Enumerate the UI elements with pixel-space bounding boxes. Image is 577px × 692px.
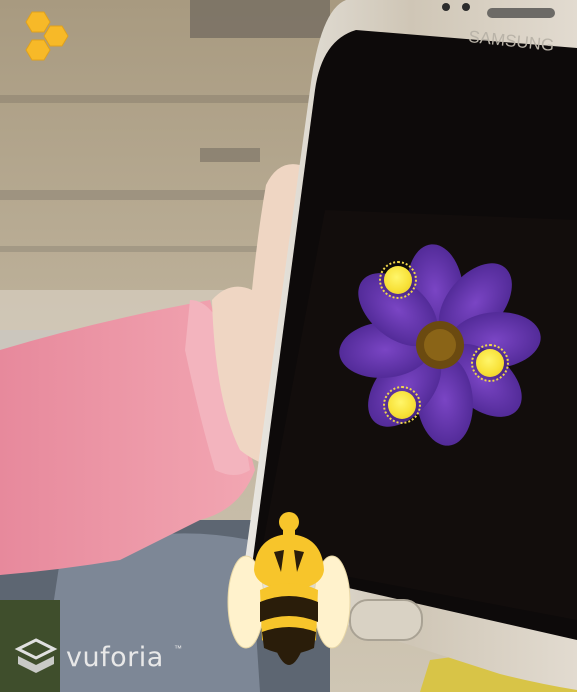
pollen-target-3[interactable] bbox=[383, 386, 421, 424]
vuforia-trademark: ™ bbox=[174, 644, 182, 653]
pollen-target-2[interactable] bbox=[471, 344, 509, 382]
pollen-target-1[interactable] bbox=[379, 261, 417, 299]
vuforia-logo-icon bbox=[14, 638, 58, 673]
vuforia-brand-label: vuforia bbox=[66, 642, 164, 673]
bee-icon[interactable] bbox=[226, 510, 352, 678]
honeycomb-icon[interactable] bbox=[14, 10, 78, 72]
vuforia-watermark: vuforia ™ bbox=[14, 638, 182, 682]
